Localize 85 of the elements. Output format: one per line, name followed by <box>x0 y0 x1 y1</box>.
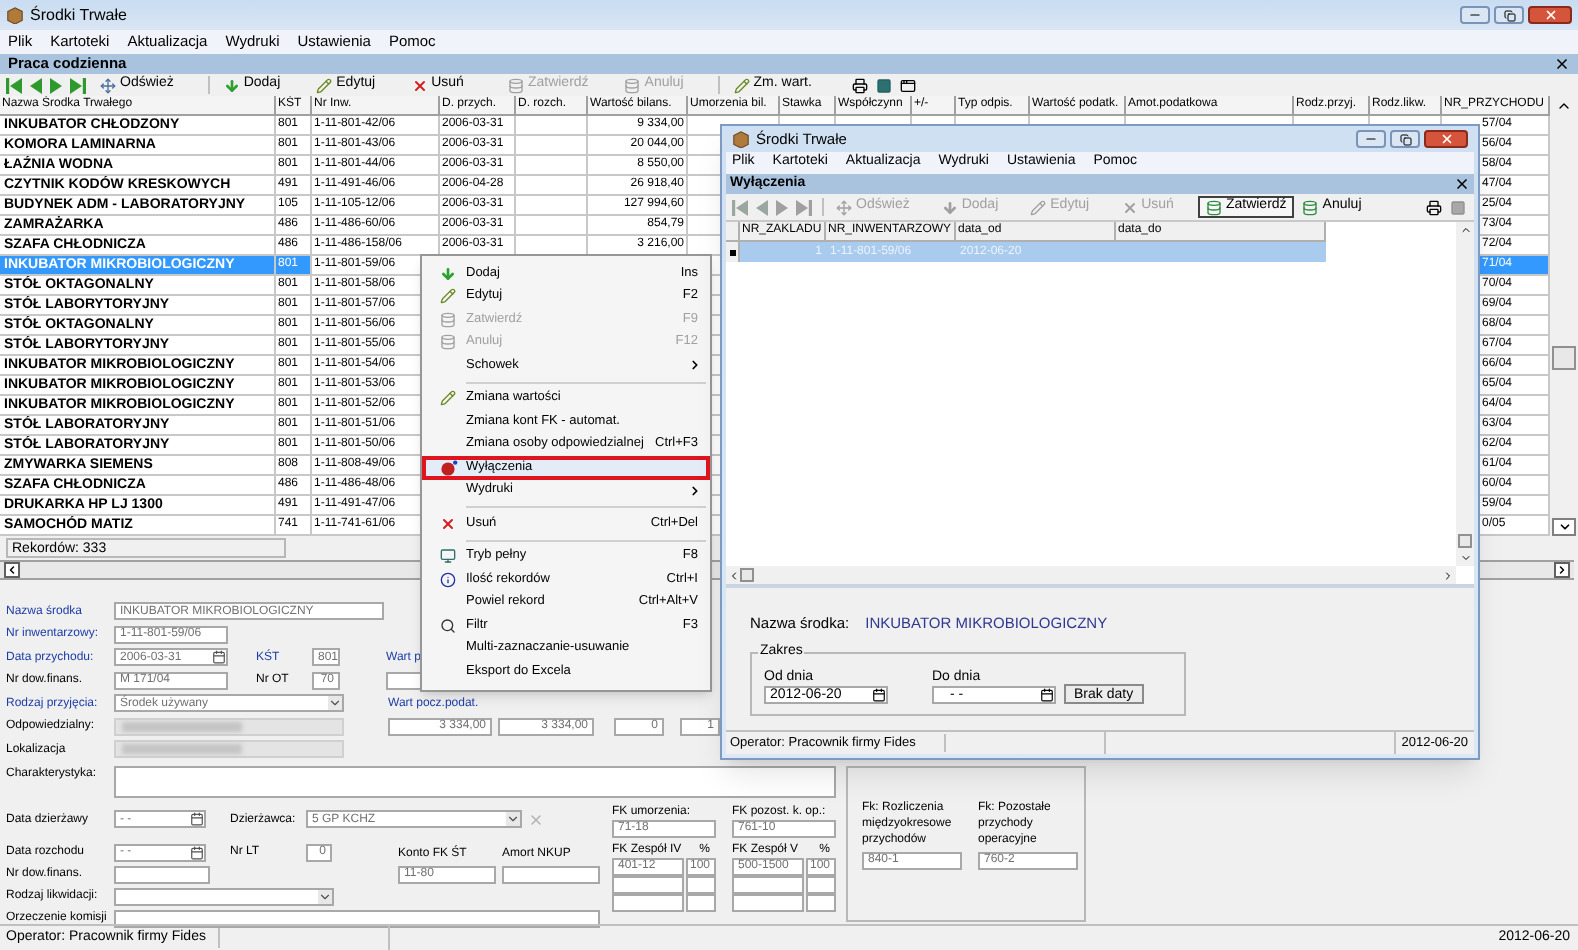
box-icon <box>6 6 24 24</box>
caret-icon[interactable] <box>328 696 342 710</box>
scroll-thumb[interactable] <box>1458 534 1472 548</box>
redacted-text <box>122 721 242 731</box>
row-selector[interactable] <box>726 242 740 262</box>
close-icon <box>1439 132 1453 146</box>
database-icon <box>440 334 456 351</box>
printer-icon[interactable] <box>1426 199 1442 215</box>
close-icon[interactable] <box>1554 56 1570 72</box>
input-field[interactable] <box>502 865 600 883</box>
close-icon[interactable] <box>1454 176 1470 192</box>
skip-forward-icon[interactable] <box>70 77 86 93</box>
triangle-left-icon[interactable] <box>756 199 768 215</box>
pencil-icon <box>440 390 456 407</box>
x-icon <box>411 77 428 93</box>
calendar-icon[interactable] <box>190 845 204 859</box>
close-button[interactable] <box>1424 130 1468 148</box>
database-icon <box>507 77 524 93</box>
skip-back-icon[interactable] <box>6 77 22 93</box>
database-icon <box>624 77 641 93</box>
calendar-icon[interactable] <box>872 688 886 703</box>
restore-icon <box>1503 9 1515 21</box>
skip-forward-icon[interactable] <box>796 199 812 215</box>
redacted-text <box>122 744 242 754</box>
clear-icon[interactable] <box>528 811 544 827</box>
pencil-icon <box>440 288 456 305</box>
scroll-right-button[interactable] <box>1554 562 1570 578</box>
close-button[interactable] <box>1528 6 1572 24</box>
triangle-left-icon[interactable] <box>30 77 42 93</box>
calendar-icon[interactable] <box>212 650 226 664</box>
database-icon <box>440 311 456 328</box>
triangle-right-icon[interactable] <box>776 199 788 215</box>
triangle-right-icon[interactable] <box>50 77 62 93</box>
caret-icon[interactable] <box>318 889 332 903</box>
minimize-button[interactable] <box>1356 130 1386 148</box>
printer-icon[interactable] <box>851 77 868 93</box>
arrow-left-icon <box>6 564 18 576</box>
box-icon <box>732 130 750 148</box>
restore-icon <box>1399 133 1411 145</box>
arrow-down-icon <box>440 265 456 282</box>
square-icon[interactable] <box>1450 199 1466 215</box>
database-icon <box>1302 199 1319 215</box>
scrollbar[interactable] <box>1456 222 1474 566</box>
scroll-thumb[interactable] <box>740 568 754 582</box>
calendar-icon[interactable] <box>1040 688 1054 703</box>
arrow-right-icon[interactable] <box>1442 569 1454 581</box>
square-icon[interactable] <box>875 77 892 93</box>
x-icon <box>440 515 456 532</box>
pencil-icon <box>316 77 333 93</box>
scroll-down-button[interactable] <box>1552 518 1576 536</box>
arrow-down-icon <box>1557 520 1571 534</box>
pencil-icon <box>1030 199 1047 215</box>
arrow-right-icon <box>1556 564 1568 576</box>
skip-back-icon[interactable] <box>732 199 748 215</box>
caret-icon[interactable] <box>506 812 520 826</box>
maximize-button[interactable] <box>1390 130 1420 148</box>
info-icon <box>440 571 456 588</box>
arrow-down-icon[interactable] <box>1459 552 1471 564</box>
monitor-icon <box>440 548 456 565</box>
input-field[interactable] <box>114 740 344 758</box>
window-title: Środki Trwałe <box>30 3 129 27</box>
arrow-down-icon <box>941 199 958 215</box>
minimize-icon <box>1468 8 1482 22</box>
ball-icon <box>439 459 457 476</box>
move-icon <box>836 199 852 215</box>
close-icon <box>1543 8 1557 22</box>
x-icon <box>1121 199 1138 215</box>
move-icon <box>100 77 116 93</box>
search-icon <box>440 617 456 634</box>
arrow-down-icon <box>223 77 240 93</box>
input-field[interactable] <box>114 765 836 797</box>
row-marker-icon <box>729 249 735 255</box>
scrollbar[interactable] <box>726 566 1456 584</box>
maximize-button[interactable] <box>1494 6 1524 24</box>
window-icon[interactable] <box>899 77 916 93</box>
input-field[interactable] <box>114 865 210 883</box>
minimize-button[interactable] <box>1460 6 1490 24</box>
minimize-icon <box>1364 132 1378 146</box>
scroll-thumb[interactable] <box>1552 346 1576 370</box>
pencil-icon <box>733 77 750 93</box>
scroll-left-button[interactable] <box>4 562 20 578</box>
calendar-icon[interactable] <box>190 812 204 826</box>
database-icon <box>1205 199 1222 215</box>
arrow-left-icon[interactable] <box>728 569 740 581</box>
input-field[interactable] <box>114 717 344 735</box>
